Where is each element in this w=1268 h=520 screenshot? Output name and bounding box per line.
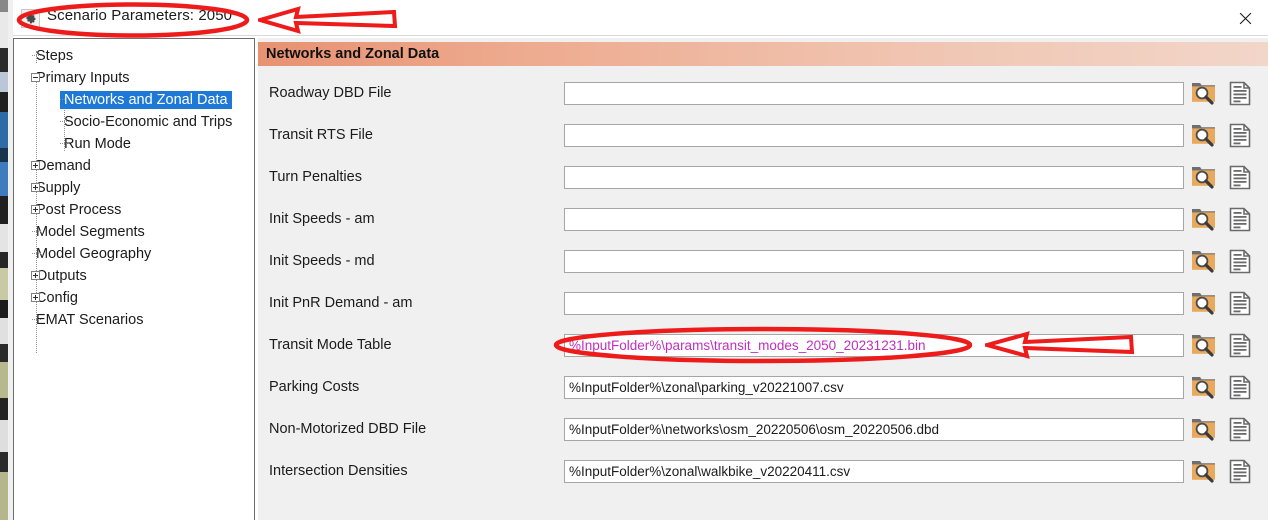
field-list: Roadway DBD File Transit RTS File Turn Pen… <box>258 72 1268 492</box>
tree-leaf-connector <box>32 319 41 320</box>
sidebar-item-post-process[interactable]: Post Process <box>14 199 254 221</box>
tree-leaf-connector <box>32 55 41 56</box>
document-icon[interactable] <box>1227 164 1253 190</box>
folder-search-icon[interactable] <box>1190 206 1216 232</box>
folder-search-icon[interactable] <box>1190 290 1216 316</box>
field-input-init-speeds-md[interactable] <box>564 249 1184 273</box>
sidebar-item-steps[interactable]: Steps <box>14 45 254 67</box>
sidebar-item-label: Primary Inputs <box>36 70 130 86</box>
sidebar-item-model-geography[interactable]: Model Geography <box>14 243 254 265</box>
sidebar-item-label: Model Geography <box>36 246 152 262</box>
folder-search-icon[interactable] <box>1190 122 1216 148</box>
field-input-transit-rts-file[interactable] <box>564 123 1184 147</box>
field-row-non-motorized-dbd-file: Non-Motorized DBD File %InputFolder%\netw… <box>258 408 1268 450</box>
expand-icon[interactable] <box>31 293 40 302</box>
field-row-roadway-dbd-file: Roadway DBD File <box>258 72 1268 114</box>
folder-search-icon[interactable] <box>1190 416 1216 442</box>
sidebar-item-run-mode[interactable]: Run Mode <box>14 133 254 155</box>
sidebar-item-supply[interactable]: Supply <box>14 177 254 199</box>
sidebar-item-label: Model Segments <box>36 224 145 240</box>
tree-leaf-connector <box>32 253 41 254</box>
sidebar-item-emat-scenarios[interactable]: EMAT Scenarios <box>14 309 254 331</box>
field-label-intersection-densities: Intersection Densities <box>269 463 408 479</box>
field-label-non-motorized-dbd-file: Non-Motorized DBD File <box>269 421 427 437</box>
document-icon[interactable] <box>1227 206 1253 232</box>
sidebar-item-config[interactable]: Config <box>14 287 254 309</box>
field-label-roadway-dbd-file: Roadway DBD File <box>269 85 392 101</box>
navigation-tree: Steps Primary Inputs Networks and Zonal Da… <box>14 39 254 353</box>
title-bar: Scenario Parameters: 2050 <box>13 0 1268 36</box>
folder-search-icon[interactable] <box>1190 458 1216 484</box>
sidebar-item-socio-economic-and-trips[interactable]: Socio-Economic and Trips <box>14 111 254 133</box>
navigation-tree-panel[interactable]: Steps Primary Inputs Networks and Zonal Da… <box>13 38 255 520</box>
field-label-turn-penalties: Turn Penalties <box>269 169 362 185</box>
folder-search-icon[interactable] <box>1190 248 1216 274</box>
folder-search-icon[interactable] <box>1190 332 1216 358</box>
sidebar-item-demand[interactable]: Demand <box>14 155 254 177</box>
field-input-parking-costs[interactable]: %InputFolder%\zonal\parking_v20221007.cs… <box>564 375 1184 399</box>
field-row-turn-penalties: Turn Penalties <box>258 156 1268 198</box>
sidebar-item-outputs[interactable]: Outputs <box>14 265 254 287</box>
tree-leaf-connector <box>60 121 69 122</box>
panel-content: Networks and Zonal Data Roadway DBD File… <box>258 38 1268 520</box>
scenario-parameters-window: Scenario Parameters: 2050 Steps Primary I… <box>0 0 1268 520</box>
folder-search-icon[interactable] <box>1190 374 1216 400</box>
field-row-transit-rts-file: Transit RTS File <box>258 114 1268 156</box>
sidebar-item-networks-and-zonal-data[interactable]: Networks and Zonal Data <box>14 89 254 111</box>
sidebar-item-label: Run Mode <box>64 136 131 152</box>
tree-leaf-connector <box>60 143 69 144</box>
tree-leaf-connector <box>60 99 69 100</box>
sidebar-item-label: Socio-Economic and Trips <box>64 114 233 130</box>
field-row-init-speeds-md: Init Speeds - md <box>258 240 1268 282</box>
document-icon[interactable] <box>1227 80 1253 106</box>
field-input-init-speeds-am[interactable] <box>564 207 1184 231</box>
document-icon[interactable] <box>1227 290 1253 316</box>
field-row-intersection-densities: Intersection Densities %InputFolder%\zona… <box>258 450 1268 492</box>
document-icon[interactable] <box>1227 416 1253 442</box>
document-icon[interactable] <box>1227 458 1253 484</box>
sidebar-item-model-segments[interactable]: Model Segments <box>14 221 254 243</box>
field-label-init-pnr-demand-am: Init PnR Demand - am <box>269 295 413 311</box>
field-input-init-pnr-demand-am[interactable] <box>564 291 1184 315</box>
document-icon[interactable] <box>1227 248 1253 274</box>
gear-icon <box>21 9 40 28</box>
field-input-non-motorized-dbd-file[interactable]: %InputFolder%\networks\osm_20220506\osm_… <box>564 417 1184 441</box>
document-icon[interactable] <box>1227 122 1253 148</box>
sidebar-item-label: Demand <box>36 158 91 174</box>
expand-icon[interactable] <box>31 205 40 214</box>
collapse-icon[interactable] <box>31 73 40 82</box>
field-label-parking-costs: Parking Costs <box>269 379 360 395</box>
close-icon[interactable] <box>1222 0 1268 36</box>
field-label-init-speeds-md: Init Speeds - md <box>269 253 375 269</box>
section-header: Networks and Zonal Data <box>258 42 1268 66</box>
sidebar-item-label: Post Process <box>36 202 122 218</box>
field-label-init-speeds-am: Init Speeds - am <box>269 211 375 227</box>
field-row-parking-costs: Parking Costs %InputFolder%\zonal\parking… <box>258 366 1268 408</box>
background-window-sliver <box>0 0 8 520</box>
field-label-transit-mode-table: Transit Mode Table <box>269 337 392 353</box>
field-label-transit-rts-file: Transit RTS File <box>269 127 373 143</box>
field-input-intersection-densities[interactable]: %InputFolder%\zonal\walkbike_v20220411.c… <box>564 459 1184 483</box>
sidebar-item-primary-inputs[interactable]: Primary Inputs <box>14 67 254 89</box>
folder-search-icon[interactable] <box>1190 164 1216 190</box>
sidebar-item-label: Steps <box>36 48 74 64</box>
sidebar-item-label: Outputs <box>36 268 87 284</box>
expand-icon[interactable] <box>31 271 40 280</box>
field-input-roadway-dbd-file[interactable] <box>564 81 1184 105</box>
field-input-transit-mode-table[interactable]: %InputFolder%\params\transit_modes_2050_… <box>564 333 1184 357</box>
section-header-label: Networks and Zonal Data <box>266 46 440 62</box>
expand-icon[interactable] <box>31 183 40 192</box>
tree-leaf-connector <box>32 231 41 232</box>
expand-icon[interactable] <box>31 161 40 170</box>
document-icon[interactable] <box>1227 374 1253 400</box>
field-input-turn-penalties[interactable] <box>564 165 1184 189</box>
field-row-init-speeds-am: Init Speeds - am <box>258 198 1268 240</box>
field-row-transit-mode-table: Transit Mode Table %InputFolder%\params\t… <box>258 324 1268 366</box>
window-title: Scenario Parameters: 2050 <box>47 7 233 24</box>
folder-search-icon[interactable] <box>1190 80 1216 106</box>
sidebar-item-label: EMAT Scenarios <box>36 312 144 328</box>
document-icon[interactable] <box>1227 332 1253 358</box>
field-row-init-pnr-demand-am: Init PnR Demand - am <box>258 282 1268 324</box>
sidebar-item-label: Networks and Zonal Data <box>60 91 232 109</box>
